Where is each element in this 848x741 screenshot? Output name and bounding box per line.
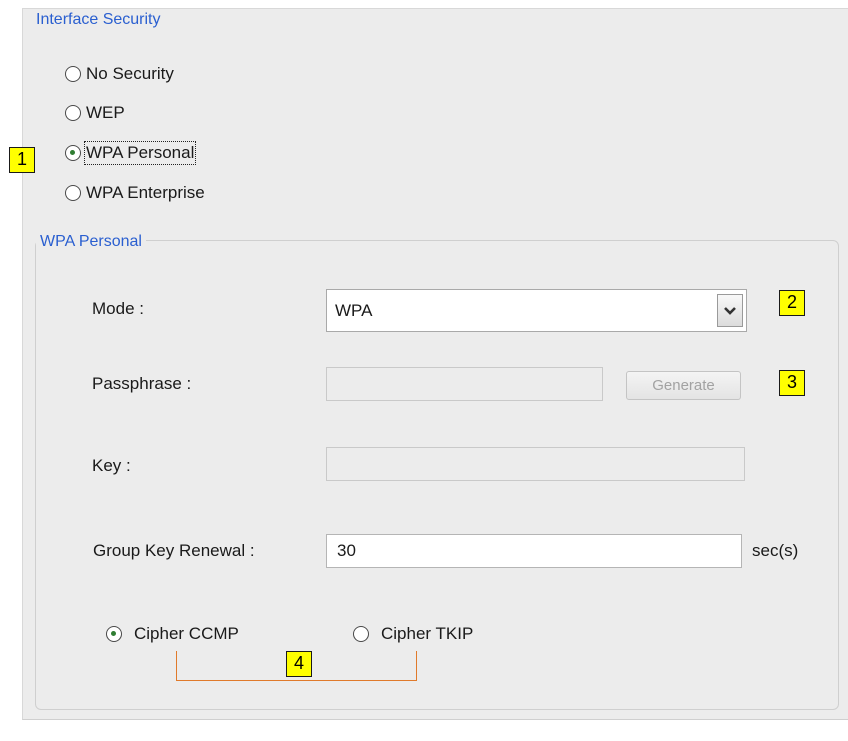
chevron-down-icon[interactable] <box>717 294 743 327</box>
mode-label: Mode : <box>92 299 144 318</box>
radio-label-cipher-tkip: Cipher TKIP <box>381 624 474 643</box>
mode-select-value: WPA <box>335 301 373 320</box>
radio-label-wep: WEP <box>86 103 125 122</box>
radio-no-security[interactable]: No Security <box>65 64 174 84</box>
group-key-renewal-label: Group Key Renewal : <box>93 541 255 560</box>
renewal-unit-label: sec(s) <box>752 541 799 560</box>
radio-button-icon <box>353 626 369 642</box>
key-label: Key : <box>92 456 131 475</box>
callout-3: 3 <box>779 370 805 396</box>
radio-label-no-security: No Security <box>86 64 174 83</box>
generate-button[interactable]: Generate <box>626 371 741 400</box>
key-input[interactable] <box>326 447 745 481</box>
radio-label-cipher-ccmp: Cipher CCMP <box>134 624 239 643</box>
radio-wpa-enterprise[interactable]: WPA Enterprise <box>65 183 205 203</box>
radio-cipher-ccmp[interactable]: Cipher CCMP <box>106 624 239 644</box>
radio-button-selected-icon <box>65 145 81 161</box>
interface-security-legend: Interface Security <box>32 10 165 30</box>
group-key-renewal-input[interactable] <box>326 534 742 568</box>
callout-2: 2 <box>779 290 805 316</box>
passphrase-input[interactable] <box>326 367 603 401</box>
radio-wpa-personal[interactable]: WPA Personal <box>65 141 197 165</box>
radio-button-icon <box>65 185 81 201</box>
radio-cipher-tkip[interactable]: Cipher TKIP <box>353 624 473 644</box>
callout-1: 1 <box>9 147 35 173</box>
callout-4: 4 <box>286 651 312 677</box>
radio-label-wpa-enterprise: WPA Enterprise <box>86 183 205 202</box>
passphrase-label: Passphrase : <box>92 374 192 393</box>
radio-button-icon <box>65 105 81 121</box>
mode-select[interactable]: WPA <box>326 289 747 332</box>
radio-label-wpa-personal: WPA Personal <box>83 141 197 165</box>
radio-button-selected-icon <box>106 626 122 642</box>
radio-wep[interactable]: WEP <box>65 103 125 123</box>
radio-button-icon <box>65 66 81 82</box>
wpa-personal-legend: WPA Personal <box>36 232 146 252</box>
